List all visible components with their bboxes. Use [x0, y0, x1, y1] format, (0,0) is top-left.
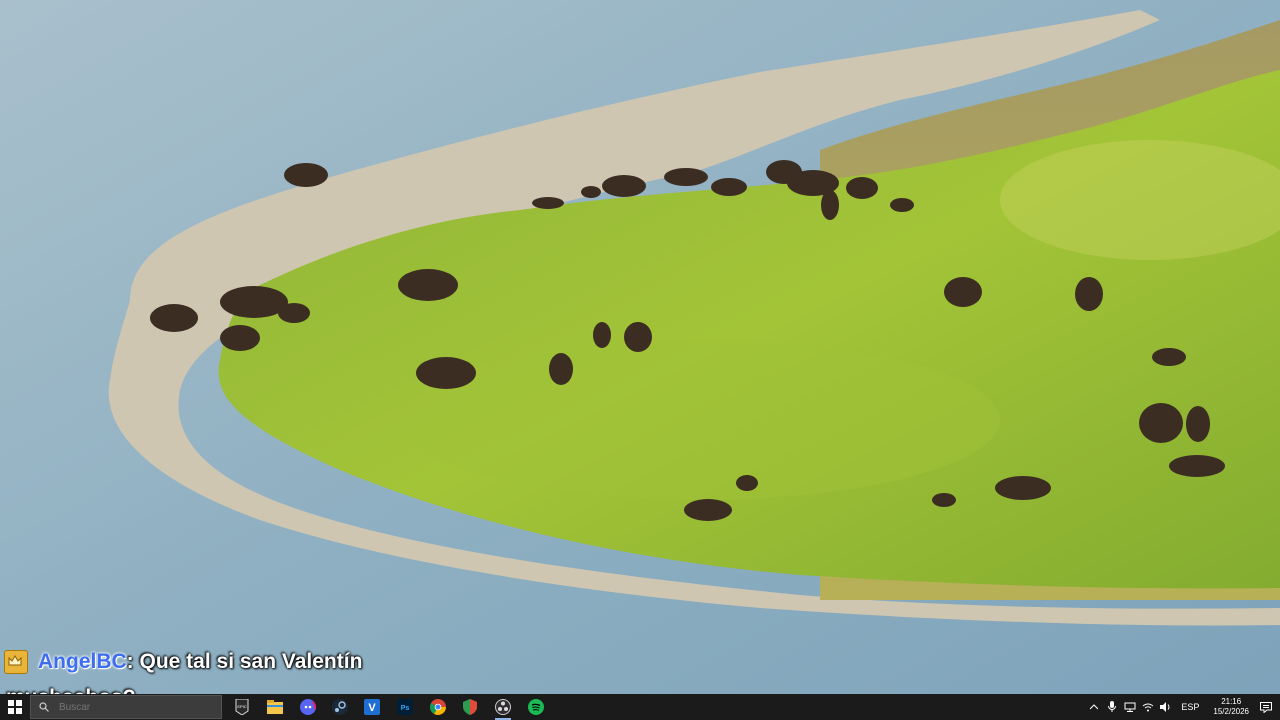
microphone-icon[interactable]: [1104, 699, 1120, 715]
windows-logo-icon: [8, 700, 22, 714]
spotify-icon[interactable]: [526, 697, 546, 717]
clock[interactable]: 21:16 15/2/2026: [1213, 697, 1249, 717]
chat-username: AngelBC: [38, 650, 127, 673]
bison-herd-river-photo: [0, 0, 1280, 694]
svg-text:EPIC: EPIC: [237, 704, 246, 709]
search-input[interactable]: [57, 700, 211, 714]
epic-games-icon[interactable]: EPIC: [232, 697, 252, 717]
volume-icon[interactable]: [1158, 699, 1174, 715]
clock-time: 21:16: [1221, 697, 1242, 706]
obs-icon[interactable]: [493, 697, 513, 720]
steam-icon[interactable]: [330, 697, 350, 717]
search-icon: [39, 702, 49, 712]
svg-text:V: V: [368, 702, 376, 714]
clock-date: 15/2/2026: [1213, 707, 1249, 716]
notification-icon[interactable]: [1258, 699, 1274, 715]
vscode-icon[interactable]: V: [362, 697, 382, 717]
language-indicator[interactable]: ESP: [1181, 702, 1199, 712]
file-explorer-icon[interactable]: [265, 697, 285, 717]
crown-badge-icon: [4, 650, 28, 674]
taskbar-search-box[interactable]: [30, 695, 222, 719]
chat-overlay: AngelBC : Que tal si san Valentín muchac…: [4, 648, 604, 709]
network-icon[interactable]: [1122, 699, 1138, 715]
chevron-up-icon[interactable]: [1086, 699, 1102, 715]
start-button[interactable]: [0, 694, 30, 720]
chrome-icon[interactable]: [428, 697, 448, 717]
shield-app-icon[interactable]: [460, 697, 480, 717]
chat-message-line: AngelBC : Que tal si san Valentín: [4, 648, 362, 676]
wifi-icon[interactable]: [1140, 699, 1156, 715]
svg-text:Ps: Ps: [401, 705, 410, 712]
system-tray: ESP 21:16 15/2/2026: [1085, 694, 1280, 720]
taskbar: EPIC V Ps ESP 21:16 15/2/2026: [0, 694, 1280, 720]
photoshop-icon[interactable]: Ps: [395, 697, 415, 717]
desktop-photo-scene: [0, 0, 1280, 694]
discord-icon[interactable]: [298, 697, 318, 717]
chat-message-text: : Que tal si san Valentín: [126, 650, 363, 673]
